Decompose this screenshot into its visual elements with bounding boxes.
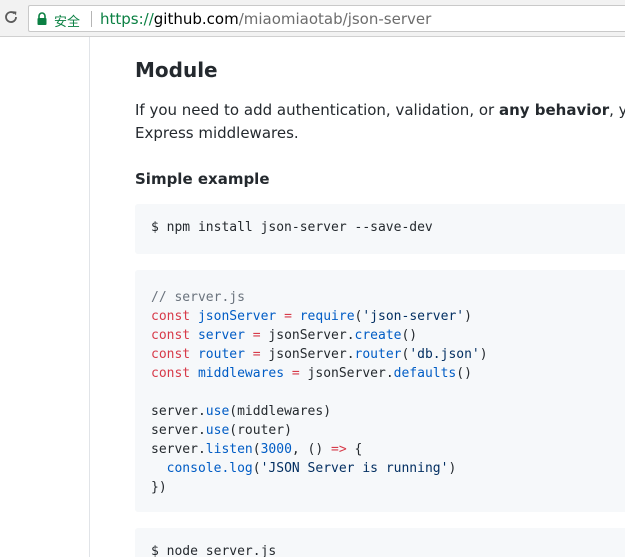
code-function: use — [205, 423, 230, 438]
reload-icon[interactable] — [3, 9, 19, 25]
code-operator: = — [252, 347, 261, 362]
para-text-1: If you need to add authentication, valid… — [135, 101, 499, 119]
code-operator: = — [252, 328, 261, 343]
code-punct: , () — [291, 442, 332, 457]
para-text-3: Express middlewares. — [135, 124, 299, 142]
browser-address-bar: 安全 https://github.com/miaomiaotab/json-s… — [0, 0, 625, 37]
code-variable: jsonServer — [197, 309, 277, 324]
code-punct: (middlewares) — [229, 404, 332, 419]
code-keyword: const — [151, 366, 191, 381]
code-function: defaults — [393, 366, 457, 381]
code-punct: ) — [448, 461, 457, 476]
code-function: log — [229, 461, 253, 476]
url-scheme: https:// — [100, 10, 154, 28]
subheading-simple-example: Simple example — [135, 170, 270, 188]
code-punct: ) — [464, 309, 472, 324]
url-path: /miaomiaotab/json-server — [238, 10, 432, 28]
code-comment: // server.js — [151, 290, 245, 305]
url-text[interactable]: https://github.com/miaomiaotab/json-serv… — [100, 10, 431, 28]
code-block-server-js[interactable]: // server.js const jsonServer = require (… — [135, 270, 625, 512]
code-variable: server — [197, 328, 245, 343]
code-object: jsonServer. — [268, 347, 355, 362]
code-punct: ( — [252, 442, 261, 457]
code-keyword: const — [151, 309, 191, 324]
url-separator — [91, 11, 92, 27]
left-border — [89, 37, 90, 557]
para-text-2: , you can — [609, 101, 625, 119]
lock-icon — [36, 12, 48, 26]
code-punct: ) — [479, 347, 488, 362]
module-description: If you need to add authentication, valid… — [135, 99, 625, 145]
code-keyword: const — [151, 328, 191, 343]
code-number: 3000 — [260, 442, 292, 457]
code-arrow: => — [331, 442, 347, 457]
code-block-install[interactable]: $ npm install json-server --save-dev — [135, 204, 625, 254]
code-object: console. — [166, 461, 230, 476]
code-closing: }) — [151, 480, 167, 495]
code-block-run[interactable]: $ node server.js — [135, 528, 625, 557]
url-host: github.com — [153, 10, 239, 28]
url-field[interactable]: 安全 https://github.com/miaomiaotab/json-s… — [28, 5, 625, 32]
para-bold: any behavior — [498, 101, 610, 119]
code-lines: // server.js const jsonServer = require (… — [151, 288, 488, 497]
code-punct: (router) — [229, 423, 292, 438]
code-object: server. — [151, 423, 206, 438]
secure-label: 安全 — [54, 15, 81, 30]
section-heading-module: Module — [135, 58, 218, 82]
code-string: 'db.json' — [409, 347, 480, 362]
code-function: require — [299, 309, 355, 324]
code-punct: { — [346, 442, 363, 457]
code-object: jsonServer. — [268, 328, 355, 343]
code-object: jsonServer. — [307, 366, 394, 381]
code-object: server. — [151, 404, 206, 419]
code-string: 'json-server' — [362, 309, 465, 324]
code-function: use — [205, 404, 230, 419]
code-operator: = — [291, 366, 300, 381]
page-content: Module If you need to add authentication… — [0, 37, 625, 557]
code-punct: () — [401, 328, 418, 343]
code-punct: () — [456, 366, 472, 381]
code-variable: middlewares — [197, 366, 285, 381]
code-function: listen — [205, 442, 253, 457]
code-operator: = — [284, 309, 292, 324]
code-object: server. — [151, 442, 206, 457]
install-command: $ npm install json-server --save-dev — [151, 220, 433, 235]
code-punct: ( — [252, 461, 261, 476]
run-command: $ node server.js — [151, 544, 277, 557]
code-variable: router — [197, 347, 245, 362]
code-keyword: const — [151, 347, 191, 362]
code-function: create — [354, 328, 402, 343]
code-string: 'JSON Server is running' — [260, 461, 449, 476]
code-function: router — [354, 347, 402, 362]
